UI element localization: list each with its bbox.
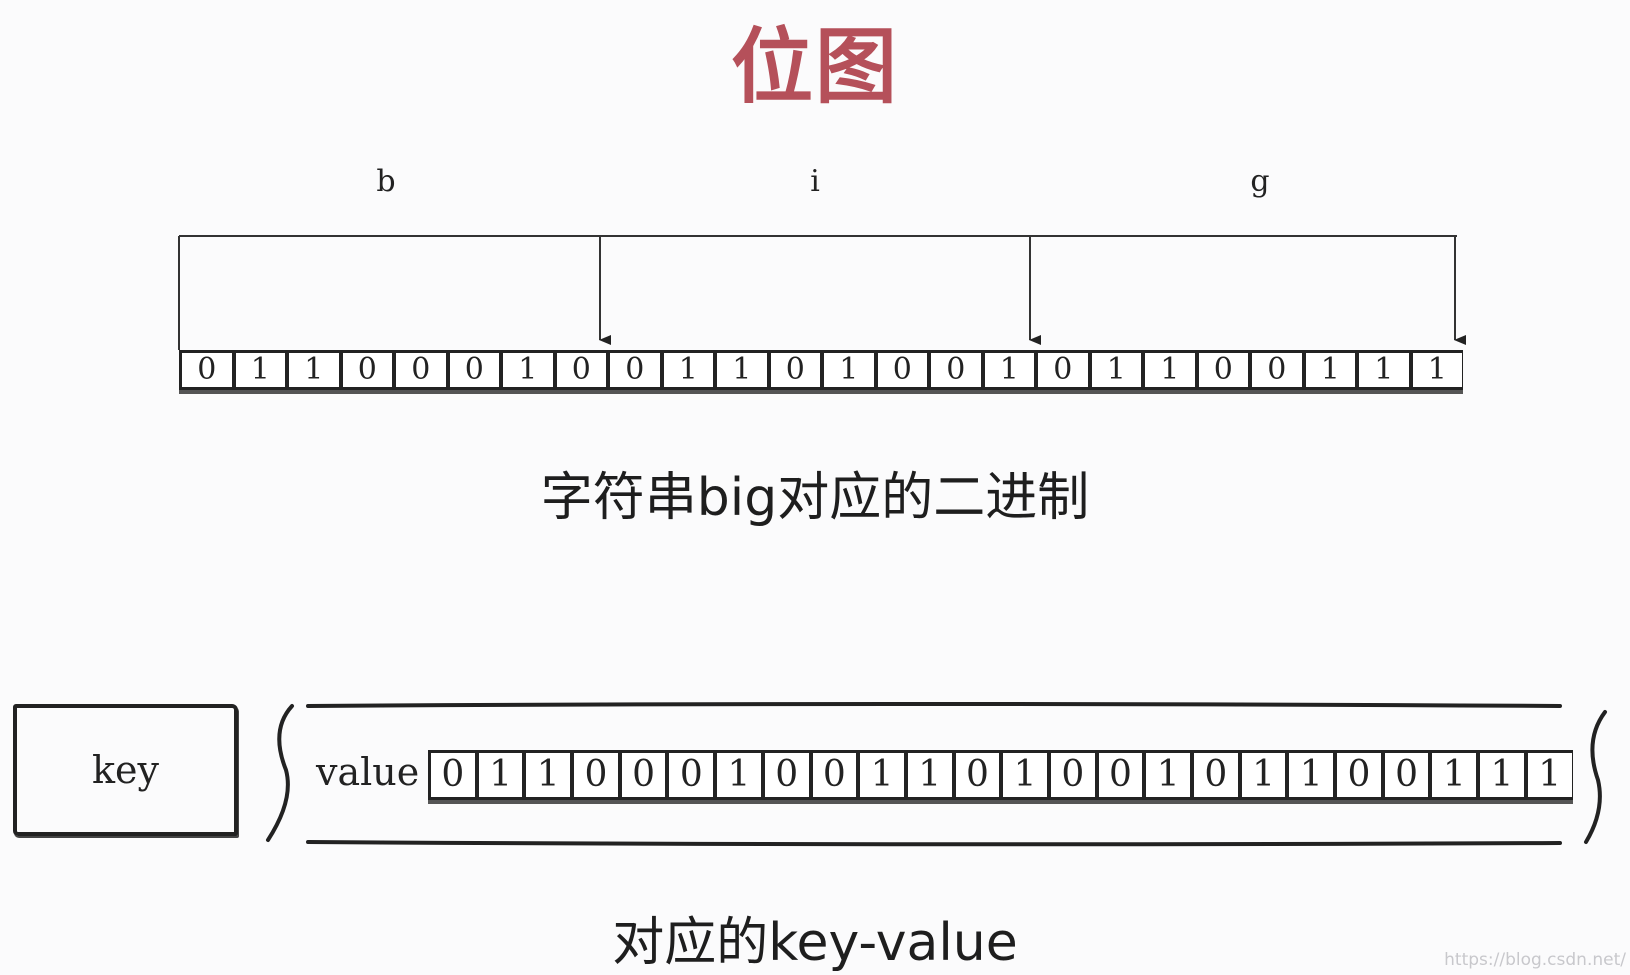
bit-bottom-21: 1 [1429, 750, 1478, 800]
bits-big-row: 011000100110100101100111 [179, 350, 1463, 390]
bit-bottom-5: 0 [666, 750, 715, 800]
bit-top-0: 0 [179, 350, 233, 390]
bit-bottom-7: 0 [761, 750, 810, 800]
bit-bottom-3: 0 [571, 750, 619, 800]
bit-bottom-20: 0 [1381, 750, 1430, 800]
key-label: key [92, 748, 159, 792]
bit-top-14: 0 [928, 350, 982, 390]
bit-bottom-4: 0 [618, 750, 667, 800]
bit-top-7: 0 [553, 350, 607, 390]
bit-bottom-1: 1 [475, 750, 524, 800]
bit-top-13: 0 [874, 350, 928, 390]
bit-bottom-14: 0 [1095, 750, 1144, 800]
bit-bottom-18: 1 [1286, 750, 1335, 800]
bit-top-17: 1 [1088, 350, 1142, 390]
bit-bottom-22: 1 [1477, 750, 1525, 800]
caption-key-value: 对应的key-value [612, 913, 1018, 973]
bit-bottom-6: 1 [714, 750, 762, 800]
byte-bracket [178, 235, 1466, 350]
bit-top-19: 0 [1195, 350, 1249, 390]
bit-bottom-16: 0 [1191, 750, 1239, 800]
bit-top-22: 1 [1356, 350, 1410, 390]
bit-top-16: 0 [1035, 350, 1089, 390]
bit-bottom-10: 1 [904, 750, 953, 800]
bit-bottom-2: 1 [523, 750, 572, 800]
bit-bottom-9: 1 [857, 750, 905, 800]
bit-top-12: 1 [821, 350, 875, 390]
bit-top-8: 0 [607, 350, 661, 390]
value-label: value [316, 750, 420, 794]
bits-value-row: 011000100110100101100111 [428, 750, 1573, 800]
bit-top-11: 0 [767, 350, 821, 390]
bit-top-15: 1 [981, 350, 1035, 390]
bit-bottom-13: 0 [1047, 750, 1096, 800]
key-box: key [13, 704, 238, 836]
bit-top-3: 0 [339, 350, 393, 390]
bit-top-10: 1 [714, 350, 768, 390]
bit-top-20: 0 [1249, 350, 1303, 390]
bit-bottom-11: 0 [952, 750, 1001, 800]
caption-big-binary: 字符串big对应的二进制 [540, 468, 1090, 528]
bit-bottom-23: 1 [1524, 750, 1573, 800]
bit-top-6: 1 [500, 350, 554, 390]
bit-top-23: 1 [1409, 350, 1463, 390]
bit-top-9: 1 [660, 350, 714, 390]
bit-top-1: 1 [232, 350, 286, 390]
bit-top-21: 1 [1302, 350, 1356, 390]
bit-bottom-0: 0 [428, 750, 476, 800]
bit-top-5: 0 [446, 350, 500, 390]
bit-bottom-19: 0 [1334, 750, 1382, 800]
bit-bottom-12: 1 [1000, 750, 1048, 800]
bit-top-18: 1 [1142, 350, 1196, 390]
watermark: https://blog.csdn.net/ [1444, 950, 1626, 970]
bit-bottom-17: 1 [1238, 750, 1287, 800]
bit-bottom-15: 1 [1143, 750, 1191, 800]
bit-top-2: 1 [286, 350, 340, 390]
bit-top-4: 0 [393, 350, 447, 390]
bit-bottom-8: 0 [809, 750, 858, 800]
